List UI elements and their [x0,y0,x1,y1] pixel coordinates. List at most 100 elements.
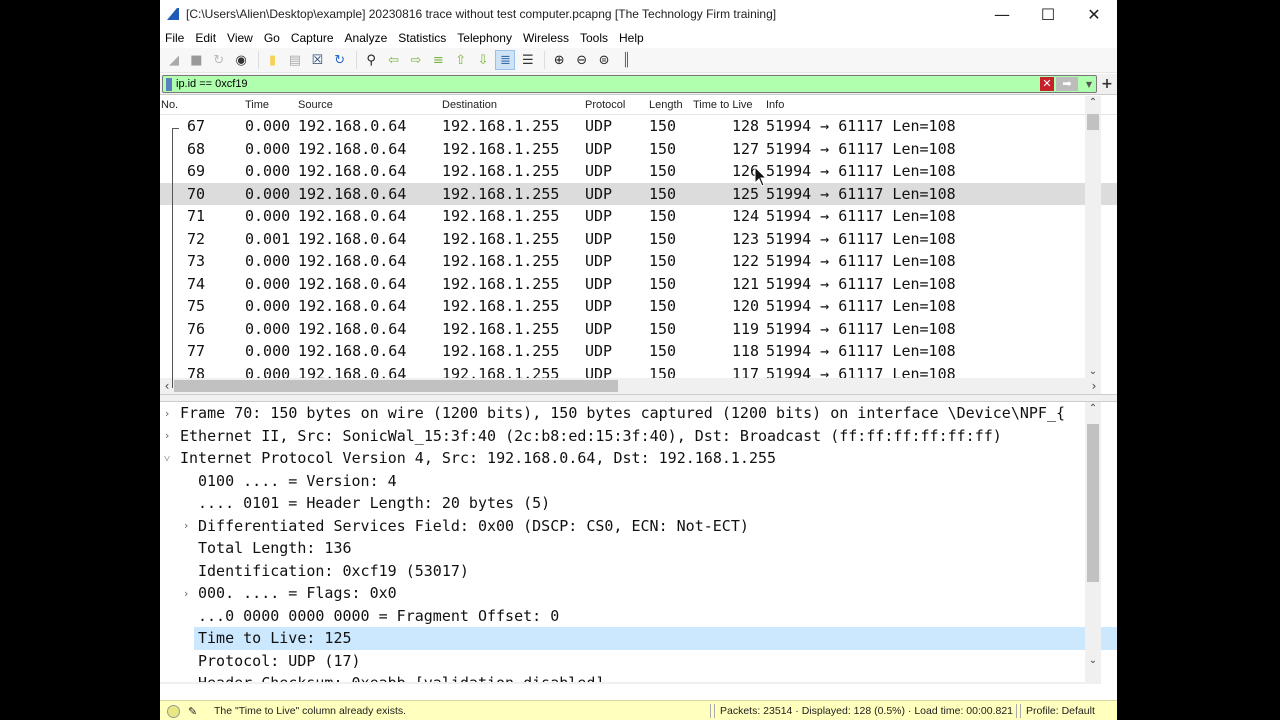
column-header-time[interactable]: Time [245,99,269,111]
packet-row[interactable]: 69 0.000 192.168.0.64 192.168.1.255 UDP 150 12… [160,160,1117,183]
packet-len-cell: 150 [649,117,677,136]
detail-tree-item[interactable]: 0100 .... = Version: 4 [160,470,1117,493]
detail-tree-item[interactable]: ˅ Internet Protocol Version 4, Src: 192.1… [160,447,1117,470]
maximize-button[interactable]: ☐ [1025,0,1071,28]
close-file-icon[interactable]: ☒ [307,50,327,70]
scroll-up-icon[interactable]: ⌃ [1085,97,1101,108]
details-vscroll-thumb[interactable] [1087,424,1099,582]
display-filter-input[interactable] [176,77,1040,91]
collapse-arrow-icon[interactable]: › [180,587,192,600]
packet-row[interactable]: 75 0.000 192.168.0.64 192.168.1.255 UDP 150 12… [160,295,1117,318]
column-header-destination[interactable]: Destination [442,99,497,111]
minimize-button[interactable]: — [979,0,1025,28]
resize-columns-icon[interactable]: ║ [616,50,636,70]
collapse-arrow-icon[interactable]: › [180,519,192,532]
start-capture-icon[interactable]: ◢ [164,50,184,70]
menu-statistics[interactable]: Statistics [397,31,454,45]
packet-row[interactable]: 72 0.001 192.168.0.64 192.168.1.255 UDP 150 12… [160,228,1117,251]
menu-wireless[interactable]: Wireless [522,31,577,45]
go-first-icon[interactable]: ⇧ [451,50,471,70]
detail-tree-item[interactable]: Total Length: 136 [160,537,1117,560]
go-last-icon[interactable]: ⇩ [473,50,493,70]
filter-history-dropdown[interactable]: ▼ [1082,80,1096,89]
packet-row[interactable]: 77 0.000 192.168.0.64 192.168.1.255 UDP 150 11… [160,340,1117,363]
detail-text: Differentiated Services Field: 0x00 (DSC… [198,516,749,535]
details-hscrollbar[interactable]: ‹ › [160,682,1101,684]
column-header-protocol[interactable]: Protocol [585,99,625,111]
scroll-right-icon[interactable]: › [1087,682,1101,684]
normal-size-icon[interactable]: ⊜ [594,50,614,70]
packet-row[interactable]: 70 0.000 192.168.0.64 192.168.1.255 UDP 150 12… [160,182,1117,205]
pane-splitter[interactable] [160,394,1117,402]
scroll-up-icon[interactable]: ⌃ [1085,403,1101,414]
column-header-ttl[interactable]: Time to Live [693,99,753,111]
packet-list-vscrollbar[interactable]: ⌃ ⌄ [1085,96,1101,378]
menu-go[interactable]: Go [263,31,288,45]
scroll-down-icon[interactable]: ⌄ [1085,655,1101,666]
packet-list-hscrollbar[interactable]: ‹ › [160,378,1101,394]
go-back-icon[interactable]: ⇦ [384,50,404,70]
detail-tree-item[interactable]: › Ethernet II, Src: SonicWal_15:3f:40 (2c… [160,425,1117,448]
display-filter-box: ✕ ➡ ▼ [162,75,1097,93]
restart-capture-icon[interactable]: ↻ [209,50,229,70]
wireshark-window: [C:\Users\Alien\Desktop\example] 2023081… [160,0,1117,720]
detail-tree-item[interactable]: Protocol: UDP (17) [160,650,1117,673]
go-forward-icon[interactable]: ⇨ [406,50,426,70]
packet-row[interactable]: 68 0.000 192.168.0.64 192.168.1.255 UDP 150 12… [160,138,1117,161]
expert-info-led-icon[interactable] [167,704,180,718]
collapse-arrow-icon[interactable]: › [161,407,173,420]
go-to-packet-icon[interactable]: ≡ [428,50,448,70]
detail-tree-item[interactable]: Identification: 0xcf19 (53017) [160,560,1117,583]
scroll-left-icon[interactable]: ‹ [160,682,174,684]
filter-bookmark-icon[interactable] [166,77,172,91]
apply-filter-button[interactable]: ➡ [1056,77,1078,91]
detail-tree-item[interactable]: Time to Live: 125 [194,627,1117,650]
menu-file[interactable]: File [164,31,192,45]
packet-row[interactable]: 71 0.000 192.168.0.64 192.168.1.255 UDP 150 12… [160,205,1117,228]
packet-time-cell: 0.000 [245,117,291,136]
packet-row[interactable]: 73 0.000 192.168.0.64 192.168.1.255 UDP 150 12… [160,250,1117,273]
close-button[interactable]: ✕ [1071,0,1117,28]
column-header-no[interactable]: No. [161,99,178,111]
menu-help[interactable]: Help [618,31,652,45]
stop-capture-icon[interactable]: ■ [186,50,206,70]
packet-list-vscroll-thumb[interactable] [1087,114,1099,130]
menu-view[interactable]: View [226,31,261,45]
detail-tree-item[interactable]: ...0 0000 0000 0000 = Fragment Offset: 0 [160,605,1117,628]
packet-list-hscroll-thumb[interactable] [174,380,618,392]
menu-edit[interactable]: Edit [194,31,224,45]
profile-selector[interactable]: Profile: Default [1026,705,1095,717]
column-header-source[interactable]: Source [298,99,333,111]
packet-row[interactable]: 74 0.000 192.168.0.64 192.168.1.255 UDP 150 12… [160,273,1117,296]
save-file-icon[interactable]: ▤ [285,50,305,70]
column-header-info[interactable]: Info [766,99,784,111]
clear-filter-button[interactable]: ✕ [1040,77,1054,91]
zoom-in-icon[interactable]: ⊕ [549,50,569,70]
colorize-icon[interactable]: ☰ [518,50,538,70]
collapse-arrow-icon[interactable]: › [161,429,173,442]
reload-file-icon[interactable]: ↻ [330,50,350,70]
menu-telephony[interactable]: Telephony [456,31,520,45]
find-packet-icon[interactable]: ⚲ [361,50,381,70]
menu-capture[interactable]: Capture [290,31,342,45]
detail-tree-item[interactable]: .... 0101 = Header Length: 20 bytes (5) [160,492,1117,515]
capture-comment-icon[interactable]: ✎ [188,705,200,718]
expand-arrow-icon[interactable]: ˅ [161,452,173,465]
detail-text: 000. .... = Flags: 0x0 [198,584,397,603]
menu-analyze[interactable]: Analyze [344,31,396,45]
add-filter-button-icon[interactable]: + [1097,76,1117,92]
capture-options-icon[interactable]: ◉ [231,50,251,70]
packet-row[interactable]: 76 0.000 192.168.0.64 192.168.1.255 UDP 150 11… [160,318,1117,341]
scroll-right-icon[interactable]: › [1087,378,1101,394]
details-vscrollbar[interactable]: ⌃ ⌄ [1085,402,1101,684]
packet-row[interactable]: 67 0.000 192.168.0.64 192.168.1.255 UDP 150 12… [160,115,1117,138]
open-file-icon[interactable]: ▮ [263,50,283,70]
zoom-out-icon[interactable]: ⊖ [572,50,592,70]
column-header-length[interactable]: Length [649,99,683,111]
detail-tree-item[interactable]: › 000. .... = Flags: 0x0 [160,582,1117,605]
menu-tools[interactable]: Tools [579,31,616,45]
detail-tree-item[interactable]: › Differentiated Services Field: 0x00 (DS… [160,515,1117,538]
autoscroll-icon[interactable]: ≣ [495,50,516,70]
scroll-down-icon[interactable]: ⌄ [1085,366,1101,377]
detail-tree-item[interactable]: › Frame 70: 150 bytes on wire (1200 bits)… [160,402,1117,425]
